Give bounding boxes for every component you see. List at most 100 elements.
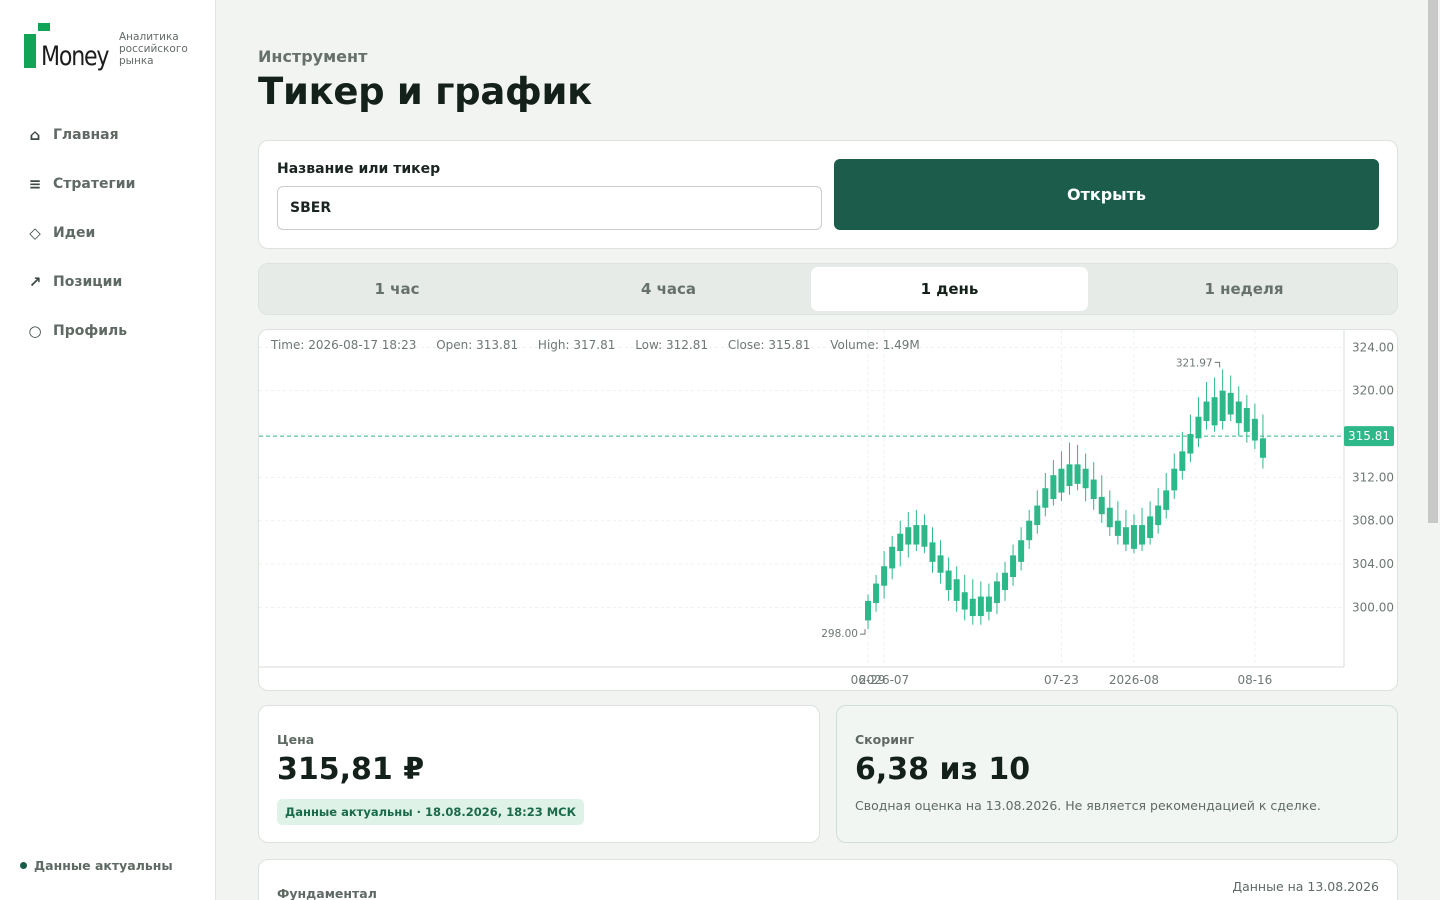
sidebar-item-profile[interactable]: ○ Профиль [0, 306, 216, 355]
candle-body [1010, 555, 1017, 578]
fundamentals-date: Данные на 13.08.2026 [1232, 879, 1379, 894]
candle-body [1074, 464, 1081, 484]
candle-body [929, 542, 936, 562]
sidebar-item-positions[interactable]: ↗ Позиции [0, 257, 216, 306]
candle-body [1187, 434, 1194, 454]
candle-body [1002, 572, 1009, 591]
y-tick-label: 300.00 [1352, 600, 1394, 614]
score-card: Скоринг 6,38 из 10 Сводная оценка на 13.… [836, 705, 1398, 843]
fundamentals-card: Фундаментал Данные на 13.08.2026 [258, 859, 1398, 900]
diamond-icon: ◇ [29, 223, 41, 242]
y-tick-label: 320.00 [1352, 384, 1394, 398]
sidebar-item-ideas[interactable]: ◇ Идеи [0, 208, 216, 257]
candle-body [1114, 520, 1121, 536]
y-tick-label: 324.00 [1352, 340, 1394, 354]
candle-body [1243, 408, 1250, 432]
candle-body [873, 583, 880, 604]
candle-body [1203, 401, 1210, 422]
open-button[interactable]: Открыть [834, 159, 1379, 230]
candle-body [1050, 475, 1057, 500]
candle-body [1179, 451, 1186, 471]
candle-body [1211, 397, 1218, 426]
candle-body [889, 546, 896, 569]
candle-body [937, 555, 944, 573]
candle-body [1171, 468, 1178, 491]
logo-mark-dot [38, 23, 50, 31]
logo-tagline-line: Аналитика [119, 31, 179, 43]
trend-arrow-icon: ↗ [28, 272, 42, 291]
search-card: Название или тикер Открыть [258, 140, 1398, 249]
candle-body [1034, 505, 1041, 526]
sidebar-item-strategies[interactable]: ≡ Стратегии [0, 159, 216, 208]
candle-body [897, 533, 904, 552]
status-dot-icon [20, 862, 27, 869]
menu-icon: ≡ [28, 174, 42, 193]
min-price-label: 298.00 [821, 628, 858, 640]
candle-body [1155, 505, 1162, 526]
candle-body [1018, 540, 1025, 562]
sidebar-item-home[interactable]: ⌂ Главная [0, 110, 216, 159]
candle-body [1082, 468, 1089, 489]
sidebar-item-label: Позиции [53, 273, 123, 290]
candle-body [1106, 507, 1113, 528]
candle-body [985, 596, 992, 612]
page-scrollbar[interactable] [1426, 0, 1440, 900]
tab-1-week[interactable]: 1 неделя [1094, 267, 1394, 311]
candle-body [1098, 496, 1105, 515]
fundamentals-label: Фундаментал [277, 886, 377, 900]
candle-body [921, 525, 928, 547]
candle-body [1139, 525, 1146, 545]
data-status-label: Данные актуальны [34, 858, 173, 873]
tab-4-hours[interactable]: 4 часа [532, 267, 805, 311]
min-marker-icon [860, 629, 866, 635]
candle-body [881, 566, 888, 586]
score-note: Сводная оценка на 13.08.2026. Не являетс… [855, 798, 1321, 813]
price-chart[interactable]: 300.00 304.00 308.00 312.00 320.00 324.00 06-2… [258, 329, 1398, 691]
candle-body [1090, 479, 1097, 500]
candle-body [977, 596, 984, 617]
logo-tagline: Аналитика российского рынка [119, 31, 188, 67]
candle-body [1130, 525, 1137, 549]
logo[interactable]: Money Аналитика российского рынка [24, 22, 214, 74]
candle-body [1058, 468, 1065, 493]
candle-body [905, 527, 912, 545]
score-label: Скоринг [855, 732, 915, 747]
candle-body [961, 592, 968, 610]
candle-body [1042, 488, 1049, 508]
legend-time: Time: 2026-08-17 18:23 [271, 338, 417, 352]
tab-1-hour[interactable]: 1 час [262, 267, 532, 311]
x-tick-label: 07-23 [1044, 673, 1079, 687]
legend-volume: Volume: 1.49M [830, 338, 920, 352]
candle-body [953, 579, 960, 601]
sidebar-item-label: Стратегии [53, 175, 136, 192]
candle-body [1195, 416, 1202, 439]
logo-tagline-line: российского [119, 43, 188, 55]
candle-body [1235, 401, 1242, 424]
price-value: 315,81 ₽ [277, 752, 425, 787]
candle-body [1251, 418, 1258, 441]
sidebar-item-label: Главная [53, 126, 119, 143]
sidebar: Money Аналитика российского рынка ⌂ Глав… [0, 0, 216, 900]
candle-body [913, 525, 920, 545]
candle-body [1219, 390, 1226, 422]
candle-body [969, 598, 976, 617]
candle-body [1066, 464, 1073, 487]
sidebar-nav: ⌂ Главная ≡ Стратегии ◇ Идеи ↗ Позиции ○… [0, 110, 216, 355]
candle-body [1259, 438, 1266, 458]
candlestick-chart[interactable]: 300.00304.00308.00312.00320.00324.0006-2… [259, 330, 1398, 691]
price-label: Цена [277, 732, 315, 747]
tab-1-day[interactable]: 1 день [811, 267, 1088, 311]
page-eyebrow: Инструмент [258, 47, 368, 66]
scrollbar-thumb[interactable] [1428, 0, 1438, 523]
score-value: 6,38 из 10 [855, 752, 1031, 787]
candle-body [945, 570, 952, 591]
x-tick-label: 2026-08 [1109, 673, 1159, 687]
y-tick-label: 308.00 [1352, 514, 1394, 528]
logo-wordmark: Money [41, 41, 109, 72]
candle-body [865, 600, 871, 621]
ohlc-legend: Time: 2026-08-17 18:23 Open: 313.81 High… [271, 338, 936, 352]
candle-body [1227, 392, 1234, 415]
candle-body [1147, 516, 1154, 539]
ticker-input[interactable] [277, 186, 822, 230]
candle-body [993, 581, 1000, 604]
